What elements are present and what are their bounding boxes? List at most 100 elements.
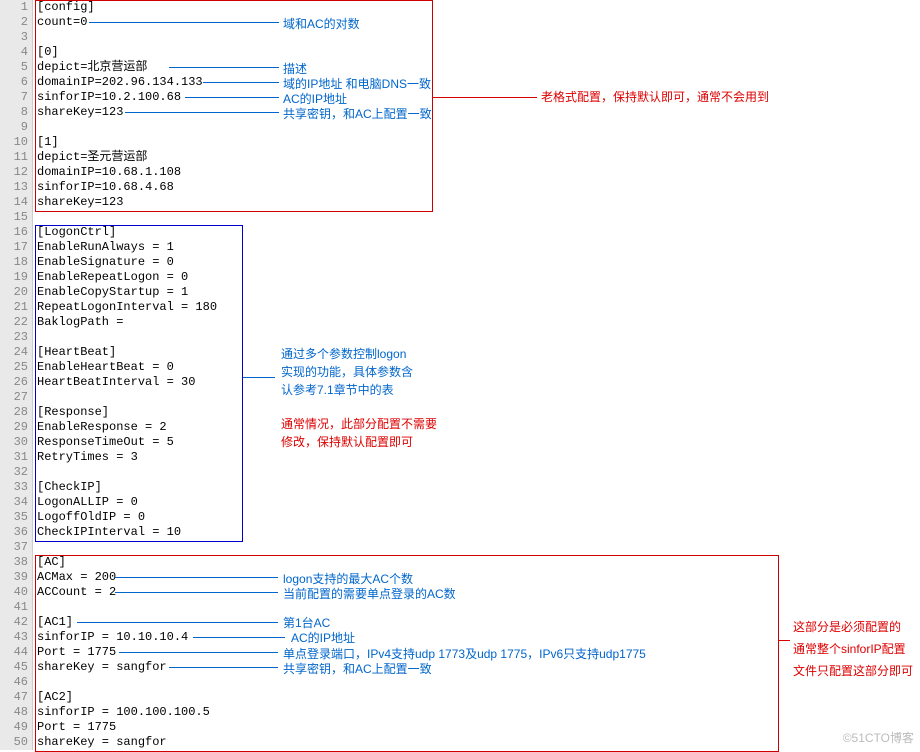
line-number: 17	[4, 240, 28, 255]
line-number: 29	[4, 420, 28, 435]
conn-count	[89, 22, 279, 23]
line-number: 47	[4, 690, 28, 705]
ann-b3: 认参考7.1章节中的表	[281, 381, 394, 398]
line-number: 22	[4, 315, 28, 330]
code-line	[37, 210, 920, 225]
code-line: HeartBeatInterval = 30	[37, 375, 920, 390]
code-line: LogonALLIP = 0	[37, 495, 920, 510]
line-number: 23	[4, 330, 28, 345]
conn-sharekey	[125, 112, 279, 113]
code-line: Port = 1775	[37, 720, 920, 735]
code-line	[37, 465, 920, 480]
ann-b1: 通过多个参数控制logon	[281, 345, 406, 362]
code-area: [config]count=0[0]depict=北京营运部domainIP=2…	[33, 0, 920, 750]
watermark: ©51CTO博客	[843, 729, 914, 746]
code-line	[37, 120, 920, 135]
line-number: 6	[4, 75, 28, 90]
line-number: 4	[4, 45, 28, 60]
line-gutter: 1234567891011121314151617181920212223242…	[0, 0, 33, 750]
code-editor: 1234567891011121314151617181920212223242…	[0, 0, 920, 750]
line-number: 40	[4, 585, 28, 600]
line-number: 10	[4, 135, 28, 150]
code-line: EnableCopyStartup = 1	[37, 285, 920, 300]
code-line: [1]	[37, 135, 920, 150]
code-line: EnableHeartBeat = 0	[37, 360, 920, 375]
conn-ac1	[77, 622, 278, 623]
ann-ac-sinforip: AC的IP地址	[291, 629, 355, 646]
code-line: sinforIP = 100.100.100.5	[37, 705, 920, 720]
conn-ac-sinforip	[193, 637, 285, 638]
line-number: 27	[4, 390, 28, 405]
conn-r2	[778, 640, 790, 641]
code-line: domainIP=202.96.134.133	[37, 75, 920, 90]
line-number: 28	[4, 405, 28, 420]
line-number: 37	[4, 540, 28, 555]
code-line: depict=圣元营运部	[37, 150, 920, 165]
line-number: 50	[4, 735, 28, 750]
conn-logon	[243, 377, 275, 378]
ann-count: 域和AC的对数	[283, 15, 360, 32]
conn-acmax	[115, 577, 278, 578]
line-number: 20	[4, 285, 28, 300]
line-number: 31	[4, 450, 28, 465]
line-number: 49	[4, 720, 28, 735]
code-line: [CheckIP]	[37, 480, 920, 495]
code-line	[37, 600, 920, 615]
line-number: 43	[4, 630, 28, 645]
code-line: ResponseTimeOut = 5	[37, 435, 920, 450]
conn-depict	[169, 67, 279, 68]
code-line: sinforIP = 10.10.10.4	[37, 630, 920, 645]
code-line	[37, 390, 920, 405]
line-number: 24	[4, 345, 28, 360]
line-number: 26	[4, 375, 28, 390]
ann-rb2: 修改，保持默认配置即可	[281, 433, 413, 450]
line-number: 35	[4, 510, 28, 525]
code-line: [LogonCtrl]	[37, 225, 920, 240]
line-number: 9	[4, 120, 28, 135]
line-number: 32	[4, 465, 28, 480]
line-number: 12	[4, 165, 28, 180]
code-line: RetryTimes = 3	[37, 450, 920, 465]
ann-account: 当前配置的需要单点登录的AC数	[283, 585, 456, 602]
line-number: 16	[4, 225, 28, 240]
line-number: 5	[4, 60, 28, 75]
conn-account	[115, 592, 278, 593]
ann-b2: 实现的功能，具体参数含	[281, 363, 413, 380]
code-line: EnableRunAlways = 1	[37, 240, 920, 255]
code-line: EnableResponse = 2	[37, 420, 920, 435]
line-number: 18	[4, 255, 28, 270]
code-line: [AC]	[37, 555, 920, 570]
code-line: [AC2]	[37, 690, 920, 705]
line-number: 46	[4, 675, 28, 690]
line-number: 25	[4, 360, 28, 375]
line-number: 33	[4, 480, 28, 495]
line-number: 1	[4, 0, 28, 15]
code-line: BaklogPath =	[37, 315, 920, 330]
line-number: 15	[4, 210, 28, 225]
ann-rb1: 通常情况，此部分配置不需要	[281, 415, 437, 432]
line-number: 45	[4, 660, 28, 675]
code-line: shareKey = sangfor	[37, 735, 920, 750]
conn-ac-sharekey	[169, 667, 278, 668]
code-line: CheckIPInterval = 10	[37, 525, 920, 540]
line-number: 41	[4, 600, 28, 615]
code-line: [Response]	[37, 405, 920, 420]
code-line: EnableSignature = 0	[37, 255, 920, 270]
ann-ac-sharekey: 共享密钥，和AC上配置一致	[283, 660, 432, 677]
line-number: 2	[4, 15, 28, 30]
ann-sharekey: 共享密钥，和AC上配置一致	[283, 105, 432, 122]
line-number: 7	[4, 90, 28, 105]
line-number: 44	[4, 645, 28, 660]
code-line: RepeatLogonInterval = 180	[37, 300, 920, 315]
code-line	[37, 675, 920, 690]
line-number: 38	[4, 555, 28, 570]
code-line	[37, 30, 920, 45]
line-number: 34	[4, 495, 28, 510]
line-number: 8	[4, 105, 28, 120]
line-number: 39	[4, 570, 28, 585]
line-number: 30	[4, 435, 28, 450]
code-line	[37, 540, 920, 555]
line-number: 13	[4, 180, 28, 195]
conn-ac-port	[119, 652, 278, 653]
code-line: shareKey=123	[37, 195, 920, 210]
